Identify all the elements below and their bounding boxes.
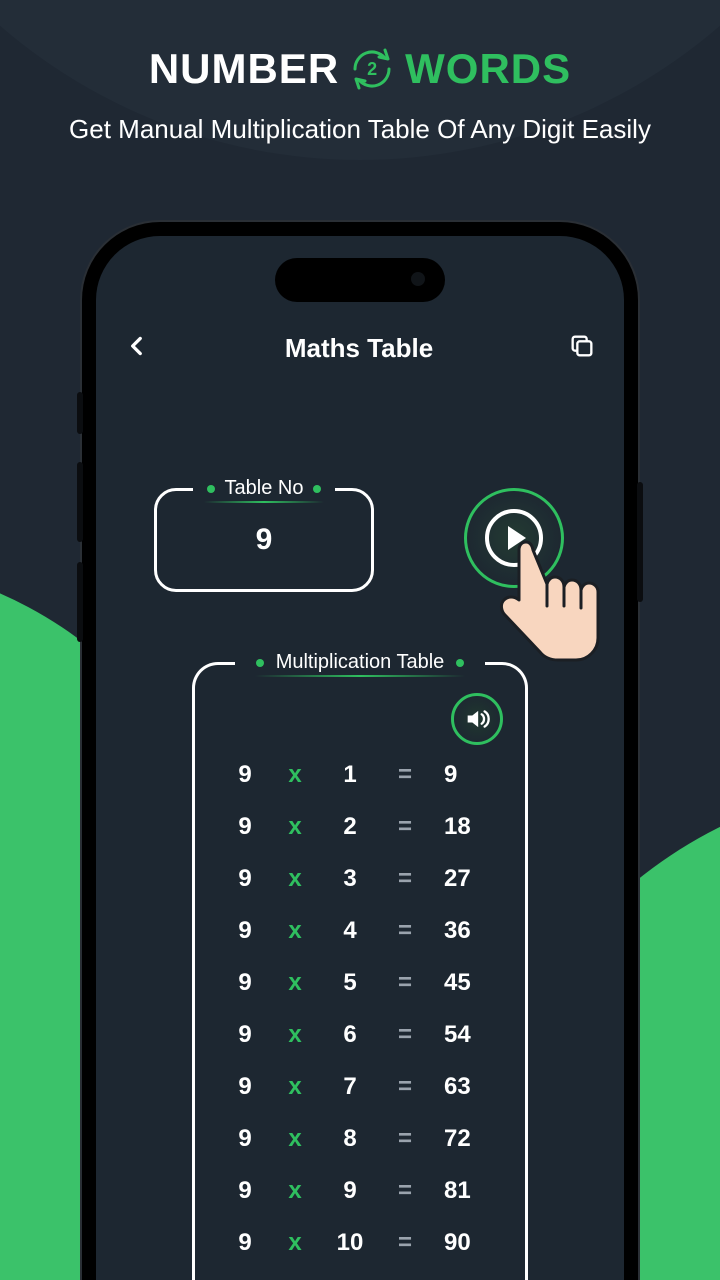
- swap-icon: 2: [345, 42, 399, 96]
- times-symbol: x: [280, 1021, 310, 1049]
- phone-frame: Maths Table Table No 9: [82, 222, 638, 1280]
- times-symbol: x: [280, 813, 310, 841]
- table-row: 9x3=27: [235, 865, 485, 893]
- table-row: 9x1=9: [235, 761, 485, 789]
- operand-a: 9: [230, 1177, 260, 1205]
- equals-symbol: =: [390, 969, 420, 997]
- logo-text-number: NUMBER: [149, 45, 339, 93]
- phone-side-button: [637, 482, 643, 602]
- app-logo: NUMBER 2 WORDS: [0, 42, 720, 96]
- table-row: 9x4=36: [235, 917, 485, 945]
- result: 90: [440, 1229, 490, 1257]
- equals-symbol: =: [390, 761, 420, 789]
- operand-a: 9: [230, 865, 260, 893]
- operand-a: 9: [230, 1125, 260, 1153]
- table-number-label: Table No: [225, 477, 304, 500]
- times-symbol: x: [280, 917, 310, 945]
- result: 45: [440, 969, 490, 997]
- equals-symbol: =: [390, 1125, 420, 1153]
- sound-icon: [463, 705, 491, 733]
- logo-digit: 2: [367, 59, 377, 80]
- times-symbol: x: [280, 969, 310, 997]
- legend-dot-icon: [456, 659, 464, 667]
- legend-dot-icon: [256, 659, 264, 667]
- result: 63: [440, 1073, 490, 1101]
- table-number-value: 9: [256, 523, 273, 557]
- operand-b: 3: [330, 865, 370, 893]
- times-symbol: x: [280, 865, 310, 893]
- result: 54: [440, 1021, 490, 1049]
- operand-b: 6: [330, 1021, 370, 1049]
- logo-text-words: WORDS: [405, 45, 571, 93]
- operand-b: 8: [330, 1125, 370, 1153]
- times-symbol: x: [280, 761, 310, 789]
- equals-symbol: =: [390, 813, 420, 841]
- operand-a: 9: [230, 813, 260, 841]
- phone-notch: [275, 258, 445, 302]
- table-row: 9x8=72: [235, 1125, 485, 1153]
- page-title: Maths Table: [285, 333, 433, 364]
- table-row: 9x9=81: [235, 1177, 485, 1205]
- operand-b: 10: [330, 1229, 370, 1257]
- legend-underline: [255, 675, 465, 677]
- promo-header: NUMBER 2 WORDS Get Manual Multiplication…: [0, 0, 720, 145]
- operand-b: 2: [330, 813, 370, 841]
- phone-side-button: [77, 392, 83, 434]
- legend-underline: [204, 501, 324, 503]
- pointer-hand-icon: [486, 534, 606, 664]
- operand-b: 9: [330, 1177, 370, 1205]
- times-symbol: x: [280, 1177, 310, 1205]
- operand-a: 9: [230, 1073, 260, 1101]
- operand-b: 1: [330, 761, 370, 789]
- equals-symbol: =: [390, 1229, 420, 1257]
- times-symbol: x: [280, 1073, 310, 1101]
- times-symbol: x: [280, 1229, 310, 1257]
- result: 27: [440, 865, 490, 893]
- operand-b: 7: [330, 1073, 370, 1101]
- phone-side-button: [77, 462, 83, 542]
- multiplication-table-panel: Multiplication Table 9x1=99x2=189x3=279x…: [192, 662, 528, 1280]
- equals-symbol: =: [390, 1021, 420, 1049]
- table-row: 9x6=54: [235, 1021, 485, 1049]
- table-row: 9x5=45: [235, 969, 485, 997]
- result: 72: [440, 1125, 490, 1153]
- app-bar: Maths Table: [96, 318, 624, 378]
- table-row: 9x7=63: [235, 1073, 485, 1101]
- back-icon[interactable]: [124, 333, 150, 364]
- result: 36: [440, 917, 490, 945]
- equals-symbol: =: [390, 917, 420, 945]
- operand-a: 9: [230, 1021, 260, 1049]
- times-symbol: x: [280, 1125, 310, 1153]
- operand-b: 5: [330, 969, 370, 997]
- legend-dot-icon: [313, 485, 321, 493]
- equals-symbol: =: [390, 1073, 420, 1101]
- result: 18: [440, 813, 490, 841]
- legend-dot-icon: [207, 485, 215, 493]
- promo-subtitle: Get Manual Multiplication Table Of Any D…: [0, 114, 720, 145]
- equals-symbol: =: [390, 1177, 420, 1205]
- copy-icon[interactable]: [568, 332, 596, 365]
- operand-b: 4: [330, 917, 370, 945]
- table-row: 9x10=90: [235, 1229, 485, 1257]
- result: 81: [440, 1177, 490, 1205]
- multiplication-table-label: Multiplication Table: [276, 651, 445, 674]
- equals-symbol: =: [390, 865, 420, 893]
- result: 9: [440, 761, 490, 789]
- operand-a: 9: [230, 761, 260, 789]
- table-row: 9x2=18: [235, 813, 485, 841]
- operand-a: 9: [230, 969, 260, 997]
- speak-button[interactable]: [451, 693, 503, 745]
- multiplication-rows: 9x1=99x2=189x3=279x4=369x5=459x6=549x7=6…: [195, 761, 525, 1257]
- operand-a: 9: [230, 917, 260, 945]
- phone-screen: Maths Table Table No 9: [96, 236, 624, 1280]
- phone-side-button: [77, 562, 83, 642]
- operand-a: 9: [230, 1229, 260, 1257]
- table-number-field[interactable]: Table No 9: [154, 488, 374, 592]
